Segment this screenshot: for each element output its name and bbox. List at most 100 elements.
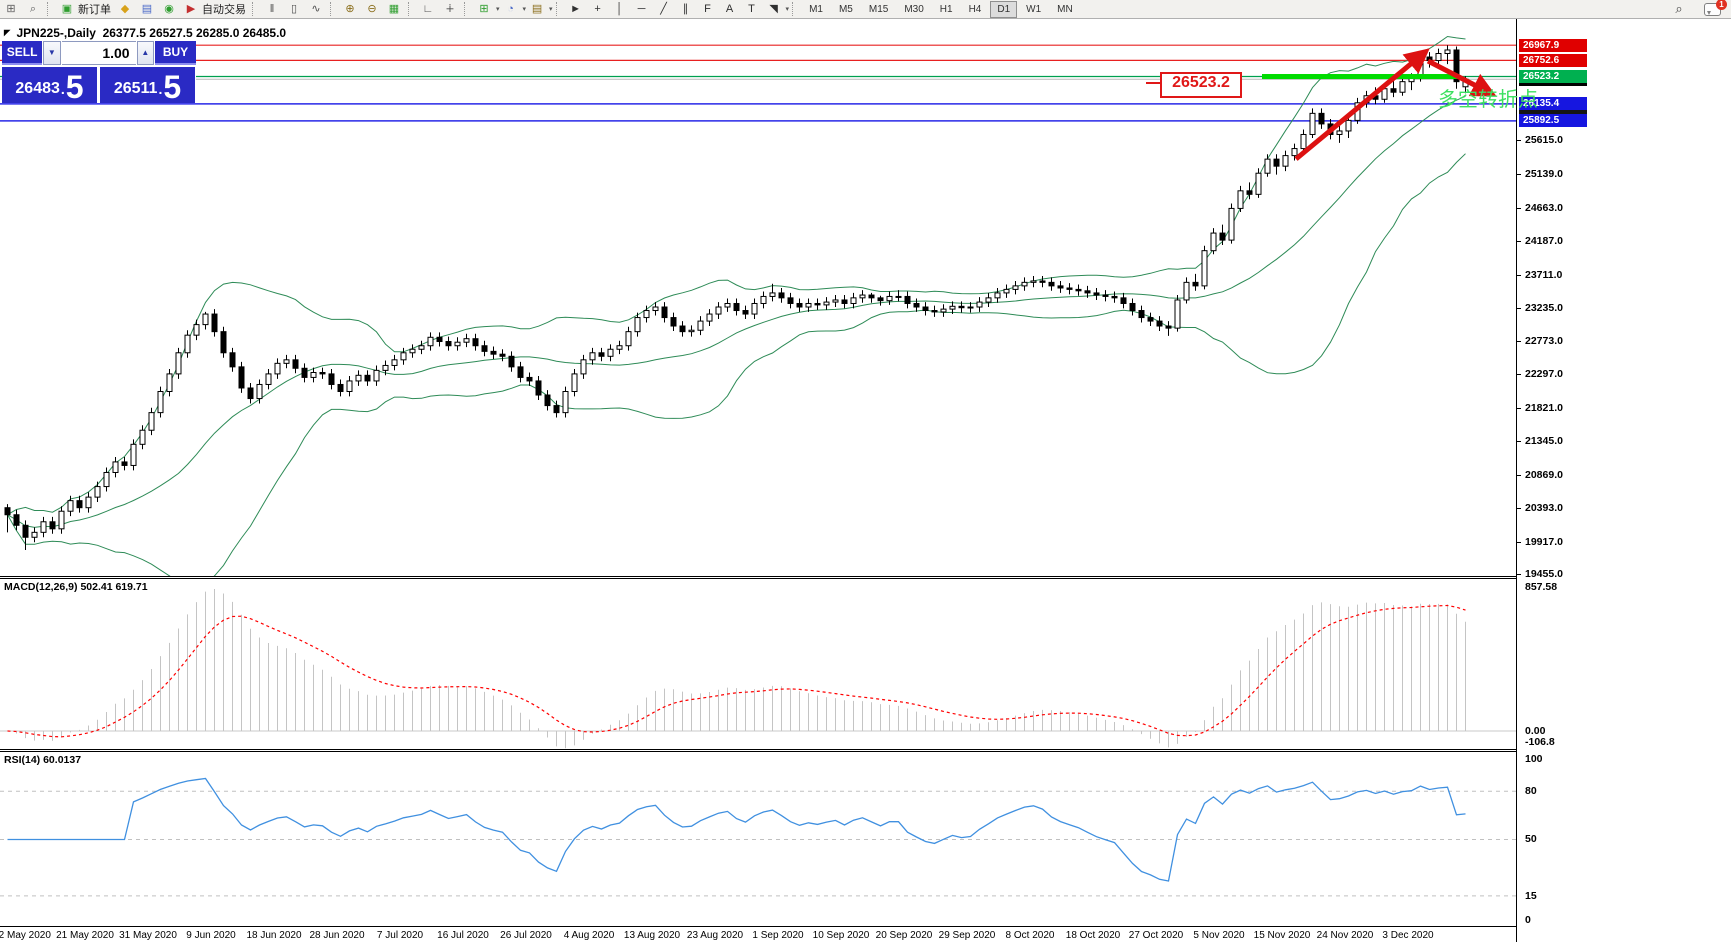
timeframe-m5[interactable]: M5	[832, 1, 860, 18]
rsi-indicator-label: RSI(14) 60.0137	[4, 754, 82, 766]
date-label: 15 Nov 2020	[1253, 930, 1311, 941]
periods-dropdown[interactable]: ◔	[501, 1, 521, 17]
new-order-button-label[interactable]: 新订单	[78, 1, 111, 17]
toolbar-separator	[47, 2, 52, 16]
volume-input[interactable]	[61, 41, 136, 65]
buy-button[interactable]: BUY	[154, 41, 196, 65]
data-window-icon[interactable]: ▤	[137, 1, 157, 17]
time-axis: 12 May 2020 21 May 2020 31 May 2020 9 Jun 2…	[0, 926, 1516, 943]
price-tick-label: 20869.0	[1525, 468, 1563, 481]
date-label: 8 Oct 2020	[1005, 930, 1055, 941]
date-label: 29 Sep 2020	[938, 930, 996, 941]
add-indicator-icon[interactable]: ∔	[440, 1, 460, 17]
price-annotation-flag[interactable]: 26523.2	[1160, 72, 1242, 98]
macd-scale-label: -106.8	[1525, 736, 1555, 748]
date-label: 21 May 2020	[56, 930, 114, 941]
date-label: 27 Oct 2020	[1128, 930, 1184, 941]
price-tick-label: 21821.0	[1525, 401, 1563, 414]
price-tag: 26752.6	[1519, 53, 1587, 67]
periods-dropdown-caret[interactable]: ▾	[523, 5, 527, 13]
buy-price-main: 26511	[113, 80, 158, 97]
sell-price-main: 26483	[15, 80, 60, 97]
date-label: 23 Aug 2020	[686, 930, 744, 941]
templates-dropdown-caret[interactable]: ▾	[549, 5, 553, 13]
date-label: 3 Dec 2020	[1382, 930, 1434, 941]
candlestick-chart-icon[interactable]: ▯	[284, 1, 304, 17]
price-tick-label: 20393.0	[1525, 502, 1563, 515]
indicators-icon[interactable]: ∟	[418, 1, 438, 17]
text-tool[interactable]: A	[720, 1, 740, 17]
timeframe-m1[interactable]: M1	[802, 1, 830, 18]
timeframe-h1[interactable]: H1	[933, 1, 960, 18]
price-tick-label: 22297.0	[1525, 368, 1563, 381]
autotrading-button-label[interactable]: 自动交易	[202, 1, 246, 17]
price-tag: 26523.2	[1519, 70, 1587, 84]
timeframe-m30[interactable]: M30	[897, 1, 930, 18]
price-tick-label: 19455.0	[1525, 568, 1563, 581]
timeframe-w1[interactable]: W1	[1019, 1, 1048, 18]
price-tick-label: 23235.0	[1525, 302, 1563, 315]
zoom-out-icon[interactable]: ⊖	[362, 1, 382, 17]
signals-icon[interactable]: ◉	[159, 1, 179, 17]
crosshair-tool[interactable]: +	[588, 1, 608, 17]
rsi-scale-label: 15	[1525, 890, 1537, 902]
cursor-tool[interactable]: ►	[566, 1, 586, 17]
templates-dropdown[interactable]: ▤	[527, 1, 547, 17]
timeframe-m15[interactable]: M15	[862, 1, 895, 18]
price-tick-mark	[1517, 474, 1521, 476]
buy-price[interactable]: 26511. 5	[100, 67, 195, 103]
rsi-scale-label: 100	[1525, 753, 1543, 765]
sell-button[interactable]: SELL	[2, 41, 43, 65]
toolbar-separator	[408, 2, 413, 16]
new-order-button[interactable]: ▣	[57, 1, 77, 17]
price-tick-mark	[1517, 274, 1521, 276]
bar-chart-icon[interactable]: ‖	[262, 1, 282, 17]
horizontal-line-tool[interactable]: ─	[632, 1, 652, 17]
price-axis: 25615.0 25139.0 24663.0 24187.0 23711.0 23235…	[1516, 19, 1731, 942]
collapse-triangle-icon[interactable]: ◤	[4, 28, 10, 37]
vertical-line-tool[interactable]: │	[610, 1, 630, 17]
new-chart-icon[interactable]: ⊞	[1, 1, 21, 17]
timeframe-mn[interactable]: MN	[1050, 1, 1080, 18]
search-icon[interactable]: ⌕	[1669, 1, 1689, 17]
fibonacci-tool[interactable]: F	[698, 1, 718, 17]
sell-price[interactable]: 26483. 5	[2, 67, 97, 103]
toolbar-separator	[792, 2, 797, 16]
zoom-in-icon[interactable]: ⊕	[340, 1, 360, 17]
sell-price-big-digit: 5	[65, 69, 84, 105]
price-pane[interactable]	[0, 19, 1516, 576]
tile-windows-icon[interactable]: ▦	[384, 1, 404, 17]
price-tick-label: 24187.0	[1525, 235, 1563, 248]
notification-badge: 1	[1716, 0, 1727, 10]
volume-increase-button[interactable]: ▲	[136, 41, 154, 65]
price-tick-label: 25615.0	[1525, 134, 1563, 147]
arrows-tool[interactable]: ◥	[764, 1, 784, 17]
channel-tool[interactable]: ∥	[676, 1, 696, 17]
add-chart-dropdown[interactable]: ⊞	[474, 1, 494, 17]
chart-window[interactable]: 12 May 2020 21 May 2020 31 May 2020 9 Jun 2…	[0, 18, 1731, 943]
macd-pane[interactable]	[0, 579, 1516, 749]
date-label: 26 Jul 2020	[500, 930, 552, 941]
date-label: 9 Jun 2020	[186, 930, 236, 941]
profile-icon[interactable]: ⌕	[23, 1, 43, 17]
chart-title: ◤ JPN225-,Daily 26377.5 26527.5 26285.0 …	[4, 26, 286, 40]
annotation-note[interactable]: 多空转折点	[1438, 83, 1538, 112]
price-tick-mark	[1517, 374, 1521, 376]
autotrading-button[interactable]: ▶	[181, 1, 201, 17]
arrows-tool-caret[interactable]: ▾	[786, 5, 790, 13]
trendline-tool[interactable]: ╱	[654, 1, 674, 17]
timeframe-d1[interactable]: D1	[990, 0, 1018, 18]
notifications-icon[interactable]: 1	[1704, 0, 1727, 16]
rsi-pane[interactable]	[0, 752, 1516, 926]
date-label: 13 Aug 2020	[623, 930, 681, 941]
add-chart-dropdown-caret[interactable]: ▾	[496, 5, 500, 13]
market-watch-icon[interactable]: ◆	[115, 1, 135, 17]
chart-plot[interactable]: 12 May 2020 21 May 2020 31 May 2020 9 Jun 2…	[0, 19, 1538, 943]
timeframe-h4[interactable]: H4	[962, 1, 989, 18]
price-tick-mark	[1517, 308, 1521, 310]
line-chart-icon[interactable]: ∿	[306, 1, 326, 17]
date-label: 20 Sep 2020	[875, 930, 933, 941]
label-tool[interactable]: T	[742, 1, 762, 17]
price-tag: 26967.9	[1519, 38, 1587, 52]
volume-decrease-button[interactable]: ▼	[43, 41, 61, 65]
